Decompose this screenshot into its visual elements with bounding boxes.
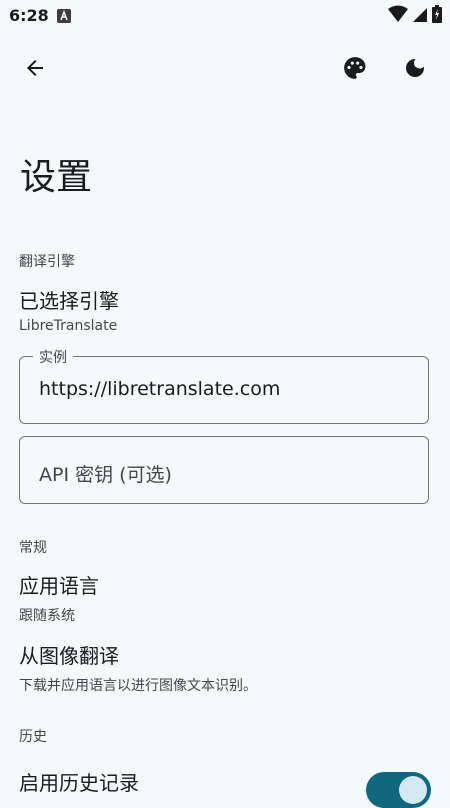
page-title: 设置: [20, 157, 93, 198]
font-a-icon: [57, 8, 71, 23]
selected-engine-value: LibreTranslate: [19, 318, 118, 334]
theme-color-button[interactable]: [331, 46, 379, 94]
section-header-general: 常规: [19, 540, 47, 556]
status-icons: [388, 5, 442, 27]
top-app-bar: [0, 40, 450, 100]
status-bar: 6:28: [0, 0, 450, 32]
section-header-history: 历史: [19, 729, 47, 745]
image-translate-title: 从图像翻译: [19, 644, 119, 668]
section-header-engine: 翻译引擎: [19, 254, 75, 270]
arrow-back-icon: [23, 56, 47, 84]
status-time: 6:28: [9, 6, 49, 25]
palette-icon: [342, 55, 368, 85]
selected-engine-title: 已选择引擎: [19, 289, 119, 313]
instance-input[interactable]: [39, 378, 409, 400]
api-key-field[interactable]: API 密钥 (可选): [19, 436, 429, 504]
instance-field-label: 实例: [33, 347, 73, 367]
signal-icon: [412, 5, 428, 27]
api-key-placeholder: API 密钥 (可选): [39, 464, 172, 486]
dark-mode-button[interactable]: [391, 46, 439, 94]
image-translate-summary: 下载并应用语言以进行图像文本识别。: [19, 678, 257, 694]
dark-mode-icon: [403, 56, 427, 84]
instance-field[interactable]: 实例: [19, 347, 429, 424]
enable-history-title: 启用历史记录: [19, 771, 139, 795]
back-button[interactable]: [11, 46, 59, 94]
enable-history-switch[interactable]: [366, 772, 431, 808]
wifi-icon: [388, 5, 408, 27]
app-language-value: 跟随系统: [19, 608, 75, 624]
switch-thumb: [399, 776, 427, 804]
app-language-title: 应用语言: [19, 574, 99, 598]
battery-icon: [432, 5, 442, 27]
